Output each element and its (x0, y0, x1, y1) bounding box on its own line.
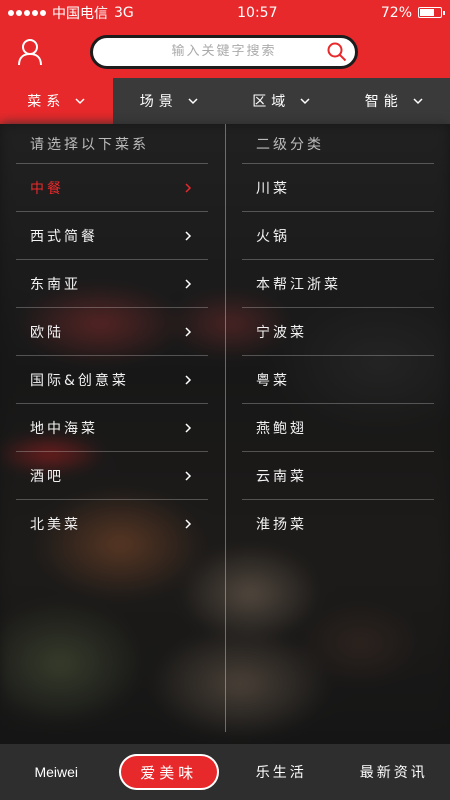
tab-label: 区域 (252, 94, 291, 110)
category-label: 川菜 (256, 180, 290, 197)
primary-category-item[interactable]: 酒吧 (16, 452, 208, 500)
network-label: 3G (114, 4, 134, 21)
tab-region[interactable]: 区域 (225, 78, 338, 124)
chevron-right-icon (185, 326, 192, 337)
primary-category-item[interactable]: 地中海菜 (16, 404, 208, 452)
chevron-down-icon (300, 98, 310, 105)
chevron-right-icon (185, 422, 192, 433)
chevron-right-icon (185, 182, 192, 193)
chevron-right-icon (185, 230, 192, 241)
signal-icon (8, 9, 46, 16)
category-label: 燕鲍翅 (256, 420, 307, 437)
primary-category-item[interactable]: 欧陆 (16, 308, 208, 356)
secondary-category-list: 二级分类 川菜火锅本帮江浙菜宁波菜粤菜燕鲍翅云南菜淮扬菜 (242, 124, 434, 548)
nav-label: 乐生活 (255, 765, 307, 781)
nav-active-pill: 爱美味 (118, 754, 219, 790)
nav-le-shenghuo[interactable]: 乐生活 (225, 762, 338, 782)
carrier-label: 中国电信 (52, 5, 108, 22)
secondary-category-item[interactable]: 燕鲍翅 (242, 404, 434, 452)
primary-category-item[interactable]: 中餐 (16, 164, 208, 212)
tab-cuisine[interactable]: 菜系 (0, 78, 113, 124)
category-label: 东南亚 (30, 276, 81, 293)
category-label: 北美菜 (30, 517, 81, 533)
battery-percent: 72% (380, 4, 412, 21)
category-label: 西式简餐 (30, 228, 98, 245)
chevron-right-icon (185, 519, 192, 529)
column-divider (225, 124, 226, 732)
search-box[interactable] (90, 34, 358, 69)
chevron-right-icon (185, 374, 192, 385)
tab-label: 智能 (364, 94, 403, 110)
nav-meiwei[interactable]: Meiwei (0, 764, 113, 780)
secondary-category-item[interactable]: 粤菜 (242, 356, 434, 404)
battery-fill (420, 9, 435, 16)
category-label: 火锅 (256, 228, 290, 245)
nav-latest-news[interactable]: 最新资讯 (338, 762, 450, 782)
status-right: 72% (380, 4, 445, 21)
secondary-list-header: 二级分类 (242, 124, 434, 164)
chevron-right-icon (185, 278, 192, 289)
category-label: 粤菜 (256, 372, 290, 389)
search-icon[interactable] (327, 42, 347, 66)
category-label: 本帮江浙菜 (256, 276, 341, 293)
primary-category-item[interactable]: 东南亚 (16, 260, 208, 308)
secondary-category-item[interactable]: 火锅 (242, 212, 434, 260)
nav-ai-meiwei[interactable]: 爱美味 (113, 754, 226, 790)
tab-label: 菜系 (27, 94, 66, 110)
status-bar: 中国电信 3G 10:57 72% (0, 0, 450, 25)
category-label: 中餐 (30, 180, 64, 197)
app-header (0, 25, 450, 78)
secondary-category-item[interactable]: 宁波菜 (242, 308, 434, 356)
secondary-category-item[interactable]: 淮扬菜 (242, 500, 434, 548)
primary-category-item[interactable]: 西式简餐 (16, 212, 208, 260)
secondary-category-item[interactable]: 云南菜 (242, 452, 434, 500)
nav-label: 最新资讯 (359, 765, 428, 781)
primary-list-header: 请选择以下菜系 (16, 124, 208, 164)
primary-category-item[interactable]: 北美菜 (16, 500, 208, 548)
chevron-right-icon (185, 470, 192, 481)
category-label: 宁波菜 (256, 324, 307, 341)
filter-tabs: 菜系 场景 区域 智能 (0, 78, 450, 124)
category-label: 酒吧 (30, 468, 64, 485)
category-label: 国际&创意菜 (30, 372, 129, 389)
tab-scene[interactable]: 场景 (113, 78, 226, 124)
category-label: 欧陆 (30, 324, 64, 341)
status-left: 中国电信 3G (8, 3, 134, 23)
chevron-down-icon (413, 98, 423, 105)
status-time: 10:57 (237, 4, 278, 21)
category-label: 地中海菜 (30, 420, 98, 437)
primary-category-item[interactable]: 国际&创意菜 (16, 356, 208, 404)
user-icon[interactable] (0, 25, 60, 78)
secondary-category-item[interactable]: 川菜 (242, 164, 434, 212)
chevron-down-icon (188, 98, 198, 105)
tab-smart[interactable]: 智能 (338, 78, 450, 124)
nav-label: Meiwei (34, 764, 79, 780)
primary-category-list: 请选择以下菜系 中餐西式简餐东南亚欧陆国际&创意菜 地中海菜酒吧北美菜 (16, 124, 208, 548)
bottom-nav: Meiwei 爱美味 乐生活 最新资讯 (0, 744, 450, 800)
secondary-category-item[interactable]: 本帮江浙菜 (242, 260, 434, 308)
battery-icon (418, 7, 445, 18)
search-input[interactable] (93, 44, 355, 59)
nav-label: 爱美味 (140, 763, 198, 782)
tab-label: 场景 (139, 94, 178, 110)
chevron-down-icon (75, 98, 85, 105)
category-label: 淮扬菜 (256, 517, 307, 533)
category-label: 云南菜 (256, 468, 307, 485)
